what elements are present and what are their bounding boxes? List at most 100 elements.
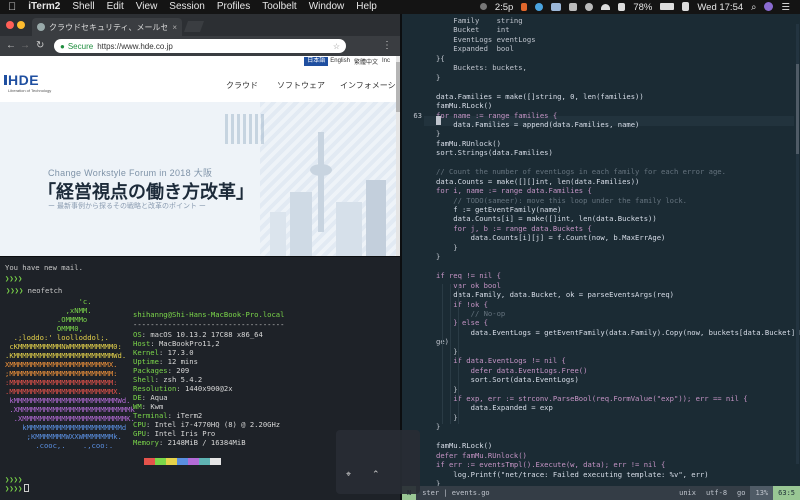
user-avatar-icon[interactable]	[760, 2, 777, 13]
code-line[interactable]: for name := range families {	[436, 111, 557, 120]
code-line[interactable]: EventLogs eventLogs	[436, 35, 535, 44]
reload-icon[interactable]: ↻	[36, 40, 44, 52]
menu-profiles[interactable]: Profiles	[211, 0, 256, 14]
nav-software-link[interactable]: ソフトウェア	[277, 80, 325, 91]
battery-icon[interactable]	[656, 2, 678, 13]
address-bar[interactable]: ● Secure https://www.hde.co.jp ☆	[54, 39, 346, 53]
code-line[interactable]: data.Family, data.Bucket, ok = parseEven…	[436, 290, 674, 299]
menu-toolbelt[interactable]: Toolbelt	[256, 0, 302, 14]
floating-panel[interactable]: ⌖ ⌃	[336, 430, 420, 494]
menu-view[interactable]: View	[130, 0, 164, 14]
chrome-menu-icon[interactable]: ⋮	[382, 40, 392, 51]
code-line[interactable]: data.Expanded = exp	[436, 403, 553, 412]
code-line[interactable]: for j, b := range data.Buckets {	[436, 224, 591, 233]
clock-icon[interactable]	[581, 2, 597, 13]
browser-tab[interactable]: クラウドセキュリティ、メールセ ×	[32, 18, 182, 36]
lang-japanese-link[interactable]: 日本語	[304, 56, 329, 66]
code-line[interactable]: Bucket int	[436, 25, 509, 34]
code-line[interactable]: if exp, err := strconv.ParseBool(req.For…	[436, 394, 747, 403]
code-line[interactable]: }	[436, 347, 457, 356]
code-line[interactable]: }	[436, 413, 457, 422]
back-arrow-icon[interactable]: ←	[6, 40, 16, 52]
forward-arrow-icon[interactable]: →	[20, 40, 30, 52]
code-line[interactable]: var ok bool	[436, 281, 501, 290]
nav-information-link[interactable]: インフォメーシ	[340, 80, 396, 91]
move-icon[interactable]: ⌖	[346, 469, 351, 480]
search-icon[interactable]: ⌕	[747, 2, 760, 13]
menu-window[interactable]: Window	[303, 0, 351, 14]
code-line[interactable]: data.Families = append(data.Families, na…	[436, 120, 639, 129]
menu-help[interactable]: Help	[350, 0, 383, 14]
code-line[interactable]: defer famMu.RUnlock()	[436, 451, 527, 460]
code-line[interactable]: data.EventLogs = getEventFamily(data.Fam…	[436, 328, 800, 337]
menubar-clock[interactable]: Wed 17:54	[693, 2, 747, 13]
code-line[interactable]: famMu.RLock()	[436, 101, 492, 110]
menu-app-name[interactable]: iTerm2	[22, 0, 66, 14]
new-tab-button[interactable]	[183, 21, 205, 32]
code-line[interactable]: data.Counts = make([][]int, len(data.Fam…	[436, 177, 639, 186]
code-line[interactable]: famMu.RLock()	[436, 441, 492, 450]
code-line[interactable]: Expanded bool	[436, 44, 514, 53]
status-time-left[interactable]: 2:5p	[491, 2, 518, 13]
notification-center-icon[interactable]: ☰	[777, 2, 794, 13]
code-line[interactable]: // No-op	[436, 309, 506, 318]
system-info-row: GPU: Intel Iris Pro	[133, 429, 215, 438]
code-line[interactable]: Buckets: buckets,	[436, 63, 527, 72]
fire-icon[interactable]	[517, 2, 531, 13]
language-bar: 日本語 English 繁體中文 Inc	[304, 56, 392, 66]
expand-icon[interactable]: ⌃	[372, 469, 380, 480]
code-line[interactable]: for i, name := range data.Families {	[436, 186, 592, 195]
vim-percent: 13%	[750, 486, 774, 500]
code-line[interactable]: famMu.RUnlock()	[436, 139, 501, 148]
lang-english-link[interactable]: English	[328, 58, 352, 64]
code-line[interactable]: Family string	[436, 16, 522, 25]
code-line[interactable]: data.Counts[i][j] = f.Count(now, b.MaxEr…	[436, 233, 666, 242]
editor-scrollbar[interactable]	[796, 24, 799, 464]
lang-chinese-link[interactable]: 繁體中文	[352, 57, 380, 66]
code-line[interactable]: if data.EventLogs != nil {	[436, 356, 566, 365]
menu-session[interactable]: Session	[163, 0, 211, 14]
system-info-key: Uptime	[133, 357, 159, 366]
tab-close-icon[interactable]: ×	[172, 23, 177, 32]
code-line[interactable]: }	[436, 252, 440, 261]
code-line[interactable]: data.Families = make([]string, 0, len(fa…	[436, 92, 644, 101]
code-line[interactable]: }	[436, 73, 440, 82]
apple-menu-icon[interactable]: 	[0, 0, 22, 14]
code-line[interactable]: // TODO(sameer): move this loop under th…	[436, 196, 687, 205]
browser-toolbar: ← → ↻ ● Secure https://www.hde.co.jp ☆ ⋮	[0, 36, 400, 56]
bookmark-star-icon[interactable]: ☆	[333, 42, 340, 51]
input-source-icon[interactable]	[678, 2, 693, 13]
dropbox-icon[interactable]	[565, 2, 581, 13]
battery-percent[interactable]: 78%	[629, 2, 656, 13]
url-text[interactable]: https://www.hde.co.jp	[97, 42, 173, 51]
hero-pixel-graphic	[225, 114, 265, 144]
code-line[interactable]: }{	[436, 54, 445, 63]
scrollbar-thumb[interactable]	[796, 64, 799, 154]
code-line[interactable]: }	[436, 385, 457, 394]
code-line[interactable]: sort.Strings(data.Families)	[436, 148, 553, 157]
code-line[interactable]: }	[436, 422, 440, 431]
docker-icon[interactable]	[547, 2, 565, 13]
menu-shell[interactable]: Shell	[66, 0, 100, 14]
code-line[interactable]: if err := eventsTmpl().Execute(w, data);…	[436, 460, 665, 469]
skype-icon[interactable]	[531, 2, 547, 13]
menu-edit[interactable]: Edit	[101, 0, 130, 14]
close-window-icon[interactable]	[6, 21, 14, 29]
hde-logo[interactable]: HDE Liberation of Technology	[4, 72, 51, 93]
code-line[interactable]: f := getEventFamily(name)	[436, 205, 561, 214]
status-dot-icon[interactable]	[476, 2, 491, 13]
wifi-icon[interactable]	[597, 2, 614, 13]
lang-inc-link[interactable]: Inc	[380, 58, 392, 64]
code-line[interactable]: }	[436, 129, 440, 138]
nav-cloud-link[interactable]: クラウド	[226, 80, 258, 91]
minimize-window-icon[interactable]	[17, 21, 25, 29]
vim-editor-pane[interactable]: 63 Family string Bucket int EventLogs ev…	[402, 14, 800, 500]
code-line[interactable]: data.Counts[i] = make([]int, len(data.Bu…	[436, 214, 656, 223]
code-line[interactable]: if !ok {	[436, 300, 488, 309]
code-line[interactable]: // Count the number of eventLogs in each…	[436, 167, 726, 176]
code-line[interactable]: } else {	[436, 318, 488, 327]
code-line[interactable]: if req != nil {	[436, 271, 501, 280]
volume-icon[interactable]	[614, 2, 629, 13]
code-line[interactable]: }	[436, 243, 457, 252]
code-line[interactable]: log.Printf("net/trace: Failed executing …	[436, 470, 708, 479]
